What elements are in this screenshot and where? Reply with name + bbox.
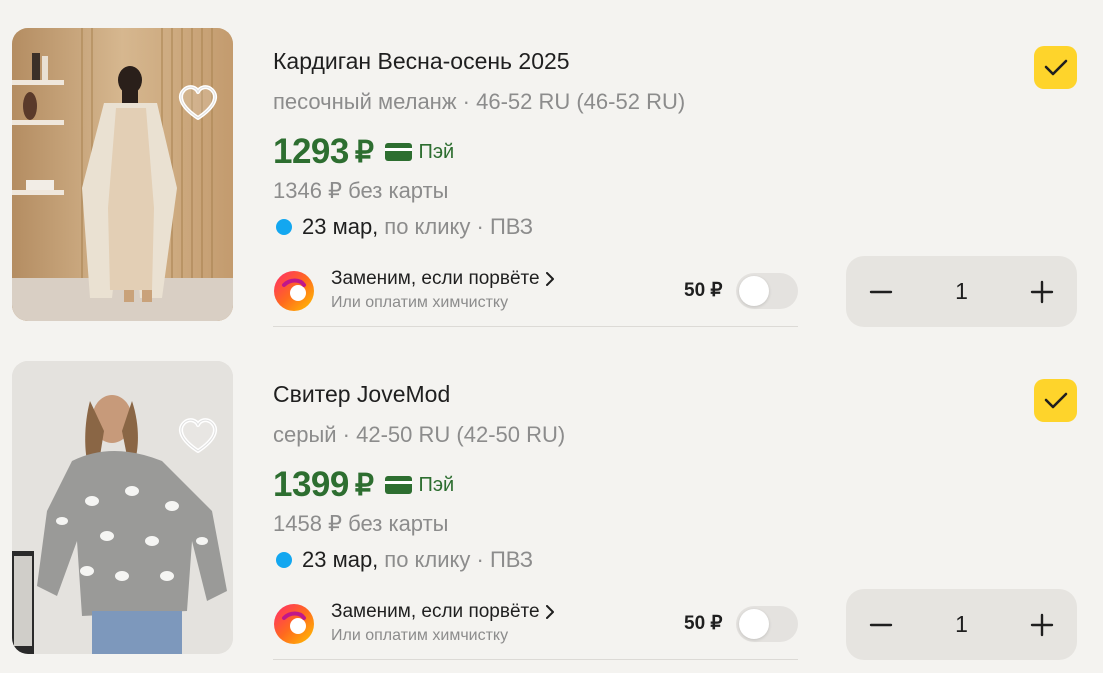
favorite-button[interactable]	[174, 78, 222, 126]
product-image[interactable]	[12, 28, 233, 321]
delivery-info: 23 мар, по клику · ПВЗ	[273, 214, 533, 240]
delivery-date: 23 мар,	[302, 214, 379, 239]
toggle-knob	[739, 609, 769, 639]
quantity-value: 1	[955, 611, 968, 637]
price-without-card: 1458 ₽ без карты	[273, 511, 449, 536]
chevron-right-icon	[545, 272, 554, 286]
decrease-button[interactable]	[846, 256, 916, 327]
insurance-subtitle: Или оплатим химчистку	[331, 294, 509, 311]
increase-button[interactable]	[1007, 256, 1077, 327]
product-variant: песочный меланж · 46-52 RU (46-52 RU)	[273, 89, 686, 114]
divider	[273, 659, 798, 660]
select-checkbox[interactable]	[1034, 46, 1077, 89]
delivery-dot-icon	[276, 219, 292, 235]
heart-outline-icon	[179, 85, 217, 120]
insurance-toggle[interactable]	[736, 273, 798, 309]
insurance-title: Заменим, если порвёте	[331, 268, 540, 289]
insurance-toggle[interactable]	[736, 606, 798, 642]
favorite-button[interactable]	[174, 411, 222, 459]
insurance-logo	[274, 271, 314, 311]
pay-label: Пэй	[418, 140, 455, 163]
price-row: 1399 ₽ Пэй	[273, 465, 454, 505]
delivery-method: по клику · ПВЗ	[384, 547, 534, 572]
insurance-link[interactable]: Заменим, если порвёте	[331, 601, 554, 623]
product-title[interactable]: Свитер JoveMod	[273, 381, 450, 408]
heart-outline-icon	[179, 418, 217, 453]
card-icon	[385, 476, 413, 494]
card-icon	[385, 143, 413, 161]
delivery-method: по клику · ПВЗ	[384, 214, 534, 239]
divider	[273, 326, 798, 327]
insurance-title: Заменим, если порвёте	[331, 601, 540, 622]
insurance-price: 50 ₽	[684, 613, 723, 634]
price-value: 1293	[273, 132, 349, 171]
increase-button[interactable]	[1007, 589, 1077, 660]
price-row: 1293 ₽ Пэй	[273, 132, 454, 172]
product-title[interactable]: Кардиган Весна-осень 2025	[273, 48, 570, 75]
plus-icon	[1030, 280, 1054, 303]
quantity-stepper: 1	[846, 256, 1077, 327]
cart-item: Кардиган Весна-осень 2025 песочный мелан…	[0, 0, 1103, 333]
cart-item: Свитер JoveMod серый · 42-50 RU (42-50 R…	[0, 333, 1103, 666]
toggle-knob	[739, 276, 769, 306]
price-value: 1399	[273, 465, 349, 504]
insurance-link[interactable]: Заменим, если порвёте	[331, 268, 554, 290]
minus-icon	[869, 623, 893, 626]
insurance-price: 50 ₽	[684, 280, 723, 301]
delivery-dot-icon	[276, 552, 292, 568]
quantity-stepper: 1	[846, 589, 1077, 660]
checkmark-icon	[1044, 59, 1067, 75]
pay-label: Пэй	[418, 473, 455, 496]
quantity-value: 1	[955, 278, 968, 304]
insurance-subtitle: Или оплатим химчистку	[331, 627, 509, 644]
select-checkbox[interactable]	[1034, 379, 1077, 422]
chevron-right-icon	[545, 605, 554, 619]
delivery-date: 23 мар,	[302, 547, 379, 572]
product-image[interactable]	[12, 361, 233, 654]
checkmark-icon	[1044, 392, 1067, 408]
delivery-info: 23 мар, по клику · ПВЗ	[273, 547, 533, 573]
minus-icon	[869, 290, 893, 293]
product-variant: серый · 42-50 RU (42-50 RU)	[273, 422, 566, 447]
decrease-button[interactable]	[846, 589, 916, 660]
price-currency: ₽	[354, 468, 374, 502]
price-currency: ₽	[354, 135, 374, 169]
price-without-card: 1346 ₽ без карты	[273, 178, 449, 203]
insurance-logo	[274, 604, 314, 644]
plus-icon	[1030, 613, 1054, 636]
